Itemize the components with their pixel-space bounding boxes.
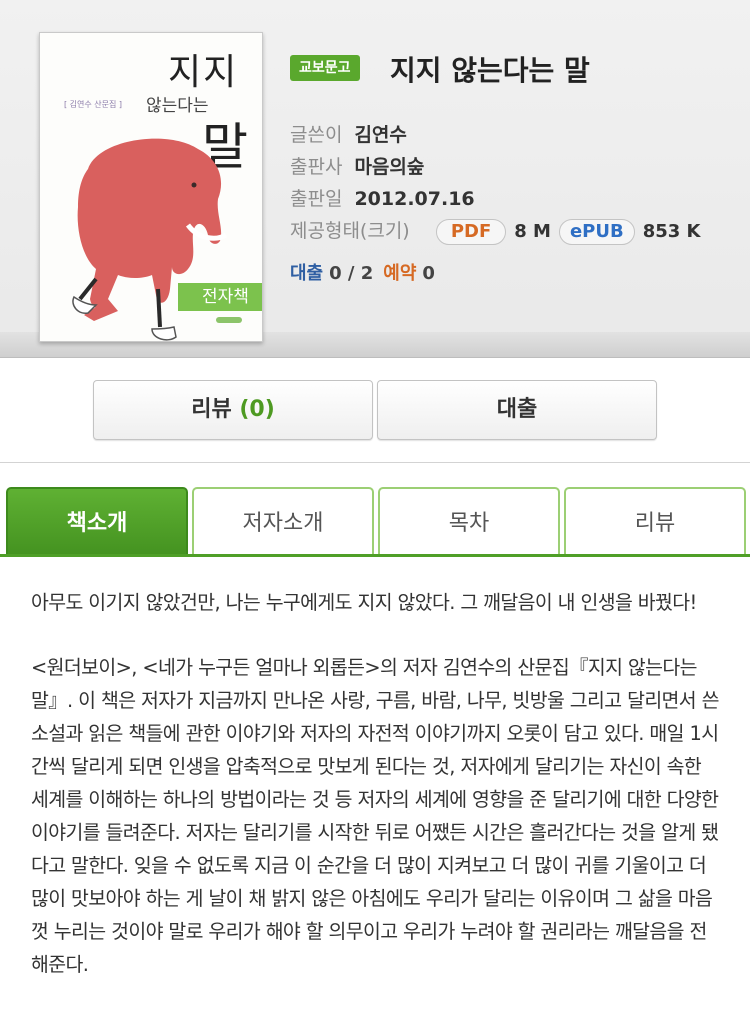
- cover-title-line2: 않는다는: [146, 96, 209, 116]
- meta-author-row: 글쓴이 김연수: [290, 120, 407, 147]
- meta-format-label: 제공형태(크기): [290, 220, 410, 242]
- pdf-size: 8 M: [514, 221, 551, 242]
- availability-row: 대출 0 / 2 예약 0: [290, 259, 435, 285]
- cover-author-tag: [ 김연수 산문집 ]: [64, 100, 123, 109]
- review-button[interactable]: 리뷰 (0): [93, 380, 373, 440]
- epub-size: 853 K: [642, 221, 701, 242]
- description-paragraph-1: 아무도 이기지 않았건만, 나는 누구에게도 지지 않았다. 그 깨달음이 내 …: [31, 591, 697, 614]
- meta-date-row: 출판일 2012.07.16: [290, 184, 475, 211]
- meta-author-label: 글쓴이: [290, 124, 343, 146]
- tab-review[interactable]: 리뷰: [564, 487, 746, 556]
- tab-book-intro[interactable]: 책소개: [6, 487, 188, 556]
- book-title: 지지 않는다는 말: [390, 54, 590, 87]
- loan-button[interactable]: 대출: [377, 380, 657, 440]
- reserve-count: 0: [422, 263, 435, 284]
- loan-count: 0 / 2: [329, 263, 374, 284]
- meta-author-value: 김연수: [354, 124, 407, 146]
- loan-label: 대출: [290, 263, 324, 284]
- epub-format-pill[interactable]: ePUB: [558, 218, 635, 245]
- reserve-label: 예약: [383, 263, 417, 284]
- tab-underline: [0, 554, 750, 557]
- cover-title-line1: 지지: [168, 52, 239, 93]
- book-description: 아무도 이기지 않았건만, 나는 누구에게도 지지 않았다. 그 깨달음이 내 …: [31, 586, 723, 1013]
- loan-button-label: 대출: [496, 397, 538, 422]
- meta-format-row: 제공형태(크기) PDF 8 M ePUB 853 K: [290, 216, 709, 245]
- review-count: (0): [239, 397, 275, 422]
- pdf-format-pill[interactable]: PDF: [435, 218, 507, 245]
- review-button-label: 리뷰: [191, 397, 232, 422]
- meta-publisher-row: 출판사 마음의숲: [290, 152, 424, 179]
- section-divider: [0, 462, 750, 463]
- meta-publisher-value: 마음의숲: [354, 156, 425, 178]
- ebook-badge: 전자책: [178, 283, 262, 311]
- description-paragraph-2: <원더보이>, <네가 누구든 얼마나 외롭든>의 저자 김연수의 산문집『지지…: [31, 656, 719, 976]
- book-cover[interactable]: 지지 않는다는 말 [ 김연수 산문집 ] 전자책: [39, 32, 263, 342]
- series-badge: 교보문고: [290, 55, 360, 81]
- publisher-logo-icon: [216, 317, 242, 323]
- meta-publisher-label: 출판사: [290, 156, 343, 178]
- tab-author-intro[interactable]: 저자소개: [192, 487, 374, 556]
- tab-contents[interactable]: 목차: [378, 487, 560, 556]
- book-info-panel: 지지 않는다는 말 [ 김연수 산문집 ] 전자책 교보문고 지지 않는다는 말…: [0, 0, 750, 358]
- meta-date-value: 2012.07.16: [354, 188, 475, 210]
- meta-date-label: 출판일: [290, 188, 343, 210]
